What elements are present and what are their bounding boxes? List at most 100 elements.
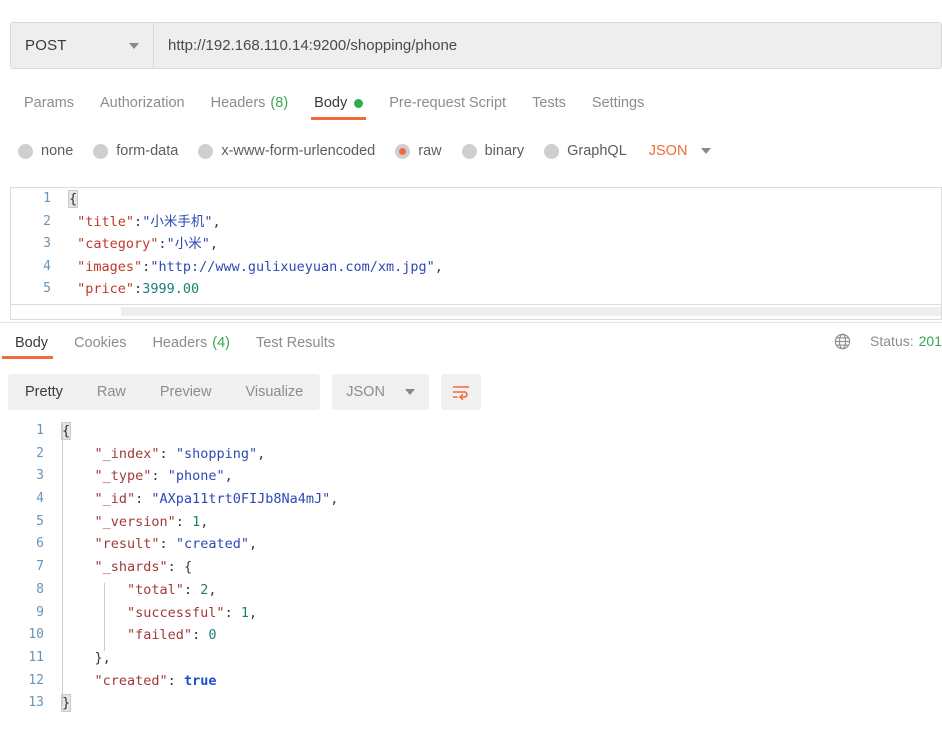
tab-tests[interactable]: Tests: [519, 86, 579, 120]
panel-divider: [0, 322, 942, 323]
body-type-form-data[interactable]: form-data: [93, 143, 178, 159]
body-type-label: GraphQL: [567, 143, 627, 159]
tab-settings[interactable]: Settings: [579, 86, 657, 120]
code-token: {: [60, 422, 72, 440]
line-number: 7: [36, 559, 44, 575]
line-number: 10: [28, 627, 44, 643]
tab-label: Params: [24, 95, 74, 111]
body-type-binary[interactable]: binary: [461, 143, 525, 159]
code-token: "price": [77, 281, 135, 297]
globe-icon[interactable]: [833, 332, 852, 351]
code-token: :: [134, 213, 143, 230]
tab-headers[interactable]: Headers (8): [198, 86, 302, 120]
body-type-label: none: [41, 143, 74, 159]
line-number: 2: [36, 445, 44, 461]
body-present-dot-icon: [354, 98, 364, 108]
code-token: "小米": [166, 236, 210, 252]
code-line: 12 "created": true: [0, 670, 942, 693]
view-label: Pretty: [25, 384, 63, 400]
code-text: "total": 2,: [56, 579, 216, 602]
code-token: ,: [248, 604, 258, 621]
tab-pre-request-script[interactable]: Pre-request Script: [376, 86, 519, 120]
body-type-x-www-form-urlencoded[interactable]: x-www-form-urlencoded: [198, 143, 375, 159]
code-text: "_index": "shopping",: [56, 443, 266, 466]
line-number: 1: [43, 191, 51, 206]
code-text: {: [63, 188, 79, 211]
code-line: 11 },: [0, 647, 942, 670]
request-body-code[interactable]: 1{2 "title":"小米手机", 3 "category":"小米", 4 "…: [11, 188, 941, 301]
code-line: 5 "_version": 1,: [0, 511, 942, 534]
tab-label: Pre-request Script: [389, 95, 507, 111]
response-body-viewer[interactable]: 1{2 "_index": "shopping", 3 "_type": "pho…: [0, 420, 942, 734]
code-token: "_id": [94, 491, 136, 508]
tab-params[interactable]: Params: [11, 86, 87, 120]
code-token: 0: [208, 627, 217, 644]
radio-icon: [93, 143, 109, 159]
code-token: ,: [224, 468, 233, 485]
request-url-bar: POST http://192.168.110.14:9200/shopping…: [10, 22, 942, 69]
response-tabs: Body Cookies Headers (4) Test Results: [0, 326, 942, 364]
response-language-select[interactable]: JSON: [332, 374, 429, 410]
chevron-down-icon: [404, 389, 415, 395]
body-type-none[interactable]: none: [18, 143, 73, 159]
view-visualize-button[interactable]: Visualize: [228, 374, 320, 410]
body-type-label: binary: [484, 143, 525, 159]
code-line: 2 "title":"小米手机",: [11, 211, 941, 234]
line-number: 6: [36, 536, 44, 552]
response-status-area: Status: 201: [833, 328, 942, 354]
code-line: 3 "category":"小米",: [11, 233, 941, 256]
code-token: 3999.00: [142, 281, 200, 297]
status-label: Status:: [870, 333, 914, 349]
tab-body[interactable]: Body: [301, 86, 376, 120]
response-language-label: JSON: [346, 384, 385, 400]
body-type-graphql[interactable]: GraphQL: [544, 143, 627, 159]
code-text: {: [56, 420, 72, 443]
line-number: 9: [36, 604, 44, 620]
code-token: :: [151, 468, 168, 485]
code-line: 3 "_type": "phone",: [0, 465, 942, 488]
tab-label: Body: [314, 95, 348, 111]
code-line: 9 "successful": 1,: [0, 602, 942, 625]
code-line: 13}: [0, 692, 942, 715]
code-token: "created": [175, 536, 249, 553]
request-body-editor[interactable]: 1{2 "title":"小米手机", 3 "category":"小米", 4 "…: [10, 187, 942, 305]
raw-format-label: JSON: [648, 143, 688, 159]
view-pretty-button[interactable]: Pretty: [8, 374, 80, 410]
url-input[interactable]: http://192.168.110.14:9200/shopping/phon…: [154, 23, 941, 68]
view-raw-button[interactable]: Raw: [80, 374, 143, 410]
indent-guide: [62, 424, 63, 706]
request-tabs: Params Authorization Headers (8) Body Pr…: [0, 86, 942, 125]
response-tab-cookies[interactable]: Cookies: [61, 326, 139, 359]
raw-format-select[interactable]: JSON: [649, 143, 712, 159]
response-tab-headers[interactable]: Headers (4): [139, 326, 243, 359]
response-tab-body[interactable]: Body: [2, 326, 61, 359]
body-type-raw[interactable]: raw: [395, 143, 442, 159]
code-line: 1{: [11, 188, 941, 211]
http-method-select[interactable]: POST: [11, 23, 154, 68]
radio-icon: [461, 143, 477, 159]
wrap-lines-button[interactable]: [440, 374, 481, 410]
body-type-options: none form-data x-www-form-urlencoded raw…: [0, 134, 942, 168]
code-token: "小米手机": [142, 213, 213, 230]
response-tab-test-results[interactable]: Test Results: [243, 326, 348, 359]
tab-label: Test Results: [256, 334, 335, 351]
line-number: 2: [43, 213, 51, 229]
line-number: 3: [36, 468, 44, 484]
view-preview-button[interactable]: Preview: [143, 374, 229, 410]
view-label: Preview: [159, 384, 212, 400]
code-token: "total": [127, 581, 184, 598]
code-text: }: [56, 692, 72, 715]
code-token: ,: [209, 236, 218, 252]
scrollbar-thumb[interactable]: [121, 307, 941, 316]
response-body-code[interactable]: 1{2 "_index": "shopping", 3 "_type": "pho…: [0, 420, 942, 715]
code-line: 10 "failed": 0: [0, 624, 942, 647]
tab-authorization[interactable]: Authorization: [87, 86, 198, 120]
status-code: 201: [918, 333, 942, 349]
request-editor-horizontal-scrollbar[interactable]: [10, 305, 942, 320]
